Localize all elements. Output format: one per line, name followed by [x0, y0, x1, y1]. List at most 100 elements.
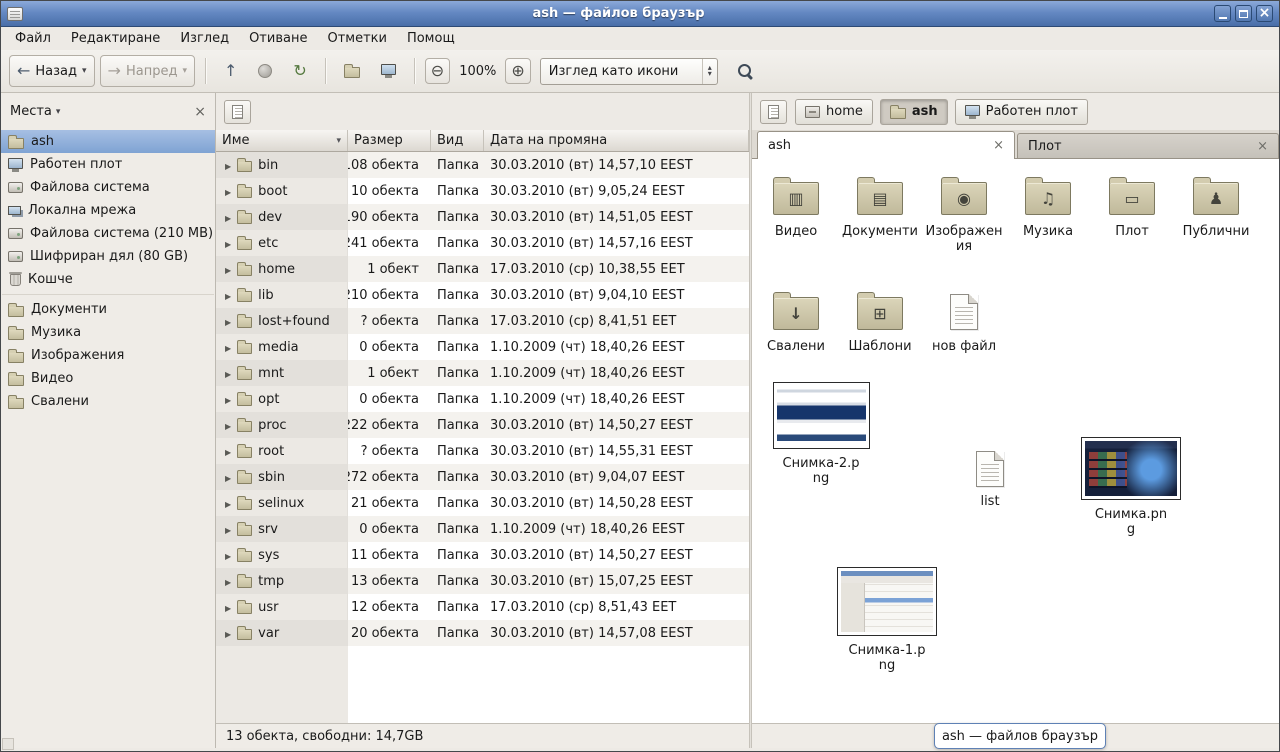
sidebar-title[interactable]: Места — [10, 104, 52, 119]
path-button[interactable]: Работен плот — [955, 99, 1088, 125]
home-folder-button[interactable] — [336, 55, 368, 87]
sidebar-item[interactable]: Музика — [1, 321, 215, 344]
table-row[interactable]: proc 222 обекта Папка 30.03.2010 (вт) 14… — [216, 412, 749, 438]
close-button[interactable] — [1256, 5, 1273, 22]
expander-icon[interactable] — [225, 548, 231, 563]
column-header-size[interactable]: Размер — [348, 130, 431, 151]
sidebar-item[interactable]: Файлова система — [1, 176, 215, 199]
expander-icon[interactable] — [225, 418, 231, 433]
file-item[interactable]: Снимка-2.png — [766, 382, 876, 486]
table-row[interactable]: media 0 обекта Папка 1.10.2009 (чт) 18,4… — [216, 334, 749, 360]
zoom-in-button[interactable] — [505, 58, 530, 84]
expander-icon[interactable] — [225, 522, 231, 537]
sidebar-item[interactable]: Кошче — [1, 268, 215, 291]
maximize-button[interactable] — [1235, 5, 1252, 22]
table-row[interactable]: srv 0 обекта Папка 1.10.2009 (чт) 18,40,… — [216, 516, 749, 542]
folder-item[interactable]: Документи — [838, 169, 922, 254]
column-header-name[interactable]: Име — [216, 130, 348, 151]
sidebar-item[interactable]: Шифриран дял (80 GB) — [1, 245, 215, 268]
expander-icon[interactable] — [225, 262, 231, 277]
expander-icon[interactable] — [225, 470, 231, 485]
expander-icon[interactable] — [225, 288, 231, 303]
table-row[interactable]: opt 0 обекта Папка 1.10.2009 (чт) 18,40,… — [216, 386, 749, 412]
sidebar-item[interactable]: Локална мрежа — [1, 199, 215, 222]
folder-item[interactable]: Свалени — [754, 284, 838, 354]
file-item[interactable]: list — [935, 451, 1045, 509]
sidebar-item[interactable]: Файлова система (210 MB) — [1, 222, 215, 245]
forward-button[interactable]: Напред — [100, 55, 195, 87]
path-button[interactable]: ash — [880, 99, 948, 125]
expander-icon[interactable] — [225, 496, 231, 511]
table-row[interactable]: usr 12 обекта Папка 17.03.2010 (ср) 8,51… — [216, 594, 749, 620]
folder-item[interactable]: Музика — [1006, 169, 1090, 254]
folder-item[interactable]: Изображения — [922, 169, 1006, 254]
pane-toggle-button[interactable] — [224, 100, 251, 124]
tab-close-icon[interactable] — [985, 138, 1004, 153]
sidebar-dropdown-icon[interactable] — [56, 107, 61, 117]
table-row[interactable]: boot 10 обекта Папка 30.03.2010 (вт) 9,0… — [216, 178, 749, 204]
pane-toggle-button[interactable] — [760, 100, 787, 124]
menu-item[interactable]: Отиване — [239, 28, 317, 49]
path-button[interactable]: home — [795, 99, 873, 125]
sidebar-item[interactable]: Изображения — [1, 344, 215, 367]
folder-item[interactable]: Видео — [754, 169, 838, 254]
expander-icon[interactable] — [225, 158, 231, 173]
tab-close-icon[interactable] — [1249, 139, 1268, 154]
table-row[interactable]: var 20 обекта Папка 30.03.2010 (вт) 14,5… — [216, 620, 749, 646]
table-row[interactable]: lib 210 обекта Папка 30.03.2010 (вт) 9,0… — [216, 282, 749, 308]
table-row[interactable]: etc 241 обекта Папка 30.03.2010 (вт) 14,… — [216, 230, 749, 256]
folder-item[interactable]: Публични — [1174, 169, 1258, 254]
menu-item[interactable]: Отметки — [317, 28, 396, 49]
sidebar-item[interactable]: Работен плот — [1, 153, 215, 176]
table-row[interactable]: bin 108 обекта Папка 30.03.2010 (вт) 14,… — [216, 152, 749, 178]
expander-icon[interactable] — [225, 314, 231, 329]
menu-item[interactable]: Изглед — [170, 28, 239, 49]
expander-icon[interactable] — [225, 444, 231, 459]
column-header-type[interactable]: Вид — [431, 130, 484, 151]
table-row[interactable]: tmp 13 обекта Папка 30.03.2010 (вт) 15,0… — [216, 568, 749, 594]
file-item[interactable]: Снимка.png — [1076, 437, 1186, 537]
table-row[interactable]: sbin 272 обекта Папка 30.03.2010 (вт) 9,… — [216, 464, 749, 490]
column-header-date[interactable]: Дата на промяна — [484, 130, 749, 151]
expander-icon[interactable] — [225, 340, 231, 355]
expander-icon[interactable] — [225, 626, 231, 641]
expander-icon[interactable] — [225, 574, 231, 589]
folder-item[interactable]: Шаблони — [838, 284, 922, 354]
expander-icon[interactable] — [225, 236, 231, 251]
file-item[interactable]: Снимка-1.png — [832, 567, 942, 673]
titlebar[interactable]: ash — файлов браузър — [1, 1, 1279, 27]
back-dropdown-icon[interactable] — [82, 66, 87, 76]
table-row[interactable]: dev 190 обекта Папка 30.03.2010 (вт) 14,… — [216, 204, 749, 230]
back-button[interactable]: Назад — [9, 55, 95, 87]
table-row[interactable]: mnt 1 обект Папка 1.10.2009 (чт) 18,40,2… — [216, 360, 749, 386]
table-row[interactable]: lost+found ? обекта Папка 17.03.2010 (ср… — [216, 308, 749, 334]
sidebar-item[interactable]: Видео — [1, 367, 215, 390]
expander-icon[interactable] — [225, 184, 231, 199]
sidebar-item[interactable]: ash — [1, 130, 215, 153]
reload-button[interactable] — [285, 55, 314, 87]
expander-icon[interactable] — [225, 210, 231, 225]
computer-button[interactable] — [373, 55, 404, 87]
zoom-out-button[interactable] — [425, 58, 450, 84]
folder-item[interactable]: нов файл — [922, 284, 1006, 354]
view-mode-select[interactable]: Изглед като икони — [540, 58, 718, 85]
expander-icon[interactable] — [225, 600, 231, 615]
table-row[interactable]: sys 11 обекта Папка 30.03.2010 (вт) 14,5… — [216, 542, 749, 568]
expander-icon[interactable] — [225, 366, 231, 381]
table-row[interactable]: selinux 21 обекта Папка 30.03.2010 (вт) … — [216, 490, 749, 516]
folder-item[interactable]: Плот — [1090, 169, 1174, 254]
tab[interactable]: ash — [757, 131, 1015, 159]
sort-indicator-icon[interactable] — [336, 136, 341, 146]
menu-item[interactable]: Помощ — [397, 28, 465, 49]
search-button[interactable] — [723, 55, 762, 87]
sidebar-item[interactable]: Свалени — [1, 390, 215, 413]
menu-item[interactable]: Редактиране — [61, 28, 170, 49]
table-row[interactable]: root ? обекта Папка 30.03.2010 (вт) 14,5… — [216, 438, 749, 464]
sidebar-close-icon[interactable] — [194, 104, 206, 120]
table-row[interactable]: home 1 обект Папка 17.03.2010 (ср) 10,38… — [216, 256, 749, 282]
up-button[interactable] — [216, 55, 245, 87]
menu-item[interactable]: Файл — [5, 28, 61, 49]
tab[interactable]: Плот — [1017, 133, 1279, 158]
expander-icon[interactable] — [225, 392, 231, 407]
minimize-button[interactable] — [1214, 5, 1231, 22]
